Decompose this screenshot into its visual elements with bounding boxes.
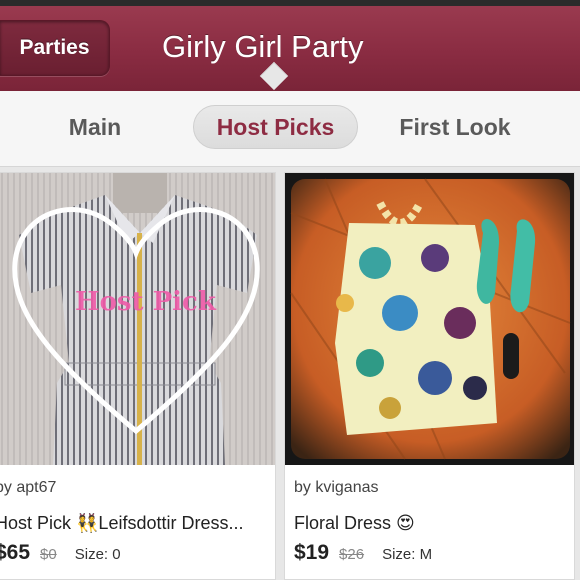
host-pick-watermark: Host Pick bbox=[75, 287, 216, 317]
seller-name[interactable]: by kviganas bbox=[294, 479, 379, 497]
listing-title[interactable]: Floral Dress 😍 bbox=[294, 513, 415, 534]
listing-card[interactable]: Host Pick by apt67 Host Pick 👯Leifsdotti… bbox=[0, 172, 276, 580]
nav-header: Parties Girly Girl Party bbox=[0, 0, 580, 91]
back-button-parties[interactable]: Parties bbox=[0, 20, 110, 76]
page-title: Girly Girl Party bbox=[162, 29, 364, 64]
listing-price: $65 bbox=[0, 541, 31, 564]
listing-price: $19 bbox=[294, 541, 330, 564]
original-price: $0 bbox=[40, 546, 57, 563]
listing-title[interactable]: Host Pick 👯Leifsdottir Dress... bbox=[0, 513, 243, 534]
tab-first-look[interactable]: First Look bbox=[385, 105, 525, 149]
listing-size: Size: M bbox=[382, 546, 433, 563]
tab-host-picks[interactable]: Host Picks bbox=[193, 105, 358, 149]
listing-photo-floral-dress[interactable] bbox=[285, 173, 574, 465]
listing-photo-striped-dress[interactable]: Host Pick bbox=[0, 173, 275, 465]
seller-name[interactable]: by apt67 bbox=[0, 479, 56, 497]
listing-card[interactable]: by kviganas Floral Dress 😍 $19 $26 Size:… bbox=[284, 172, 575, 580]
original-price: $26 bbox=[339, 546, 365, 563]
listing-size: Size: 0 bbox=[74, 546, 121, 563]
tab-main[interactable]: Main bbox=[40, 105, 150, 149]
tab-bar: Main Host Picks First Look bbox=[0, 91, 580, 167]
